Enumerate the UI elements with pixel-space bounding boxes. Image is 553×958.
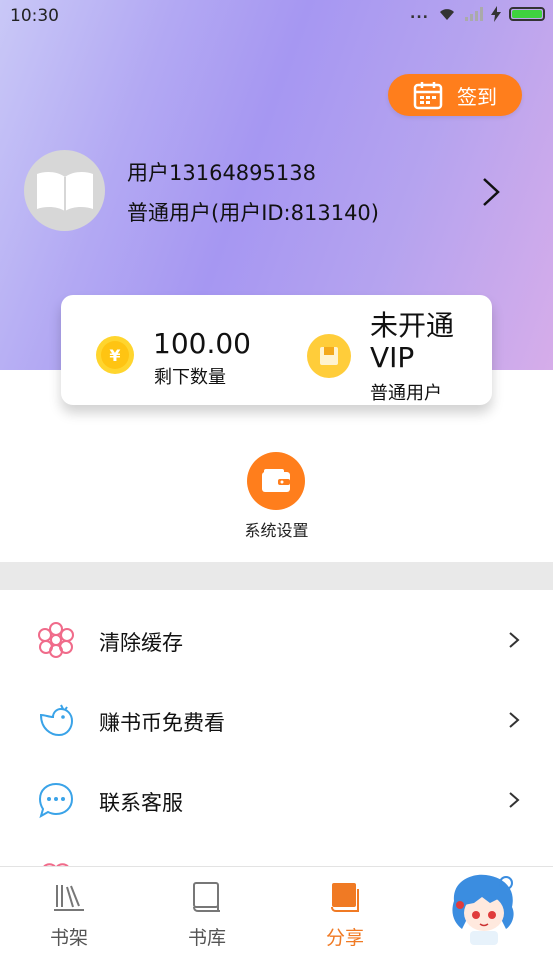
- bookshelf-icon: [54, 885, 84, 911]
- status-icons: ...: [410, 6, 545, 22]
- tab-label: 分享: [325, 927, 364, 949]
- charging-icon: [491, 6, 501, 22]
- mascot-icon[interactable]: [446, 871, 522, 949]
- tab-library[interactable]: 书库: [138, 867, 276, 958]
- balance-card: ¥ 100.00 剩下数量 未开通VIP 普通用户: [61, 295, 492, 405]
- avatar[interactable]: [24, 150, 105, 231]
- tab-label: 书库: [187, 927, 226, 949]
- wifi-icon: [440, 9, 454, 20]
- tab-bookshelf[interactable]: 书架: [0, 867, 138, 958]
- open-book-icon: [36, 171, 93, 211]
- chevron-right-icon[interactable]: [480, 176, 502, 208]
- calendar-icon: [413, 82, 443, 110]
- coin-label: 剩下数量: [154, 367, 226, 388]
- check-in-button[interactable]: 签到: [388, 74, 522, 116]
- bottom-tab-bar: 书架 书库 分享: [0, 866, 553, 958]
- coin-balance: 100.00: [153, 327, 251, 360]
- vip-status[interactable]: 未开通VIP: [370, 310, 480, 374]
- bird-icon: [39, 704, 74, 737]
- signal-icon: [465, 7, 483, 21]
- user-name: 用户13164895138: [127, 161, 316, 185]
- tab-share[interactable]: 分享: [276, 867, 414, 958]
- status-bar: 10:30 ...: [0, 0, 553, 32]
- wallet-icon: [262, 469, 290, 492]
- status-time: 10:30: [10, 6, 59, 26]
- user-type: 普通用户(用户ID:813140): [127, 201, 379, 225]
- flower-icon: [38, 622, 74, 658]
- coin-icon: ¥: [96, 336, 134, 374]
- menu-item-earn-coins[interactable]: 赚书币免费看: [0, 680, 553, 760]
- chevron-right-icon: [509, 632, 520, 648]
- tab-label: 书架: [49, 927, 88, 949]
- vip-user-type: 普通用户: [370, 383, 442, 404]
- section-divider: [0, 562, 553, 590]
- heart-icon: [37, 858, 75, 866]
- more-dots-icon: ...: [410, 6, 429, 22]
- menu-item-contact-support[interactable]: 联系客服: [0, 760, 553, 840]
- chat-bubble-icon: [38, 782, 74, 819]
- check-in-label: 签到: [457, 84, 497, 109]
- battery-icon: [509, 7, 545, 21]
- vip-book-icon: [307, 334, 351, 378]
- menu-label: 清除缓存: [99, 631, 183, 655]
- share-book-icon: [331, 883, 359, 912]
- chevron-right-icon: [509, 792, 520, 808]
- svg-text:¥: ¥: [109, 346, 120, 365]
- settings-label: 系统设置: [244, 521, 309, 540]
- menu-label: 赚书币免费看: [99, 711, 225, 735]
- library-icon: [193, 882, 220, 912]
- menu-item-clear-cache[interactable]: 清除缓存: [0, 600, 553, 680]
- chevron-right-icon: [509, 712, 520, 728]
- menu-label: 联系客服: [99, 791, 183, 815]
- settings-button[interactable]: [247, 452, 305, 510]
